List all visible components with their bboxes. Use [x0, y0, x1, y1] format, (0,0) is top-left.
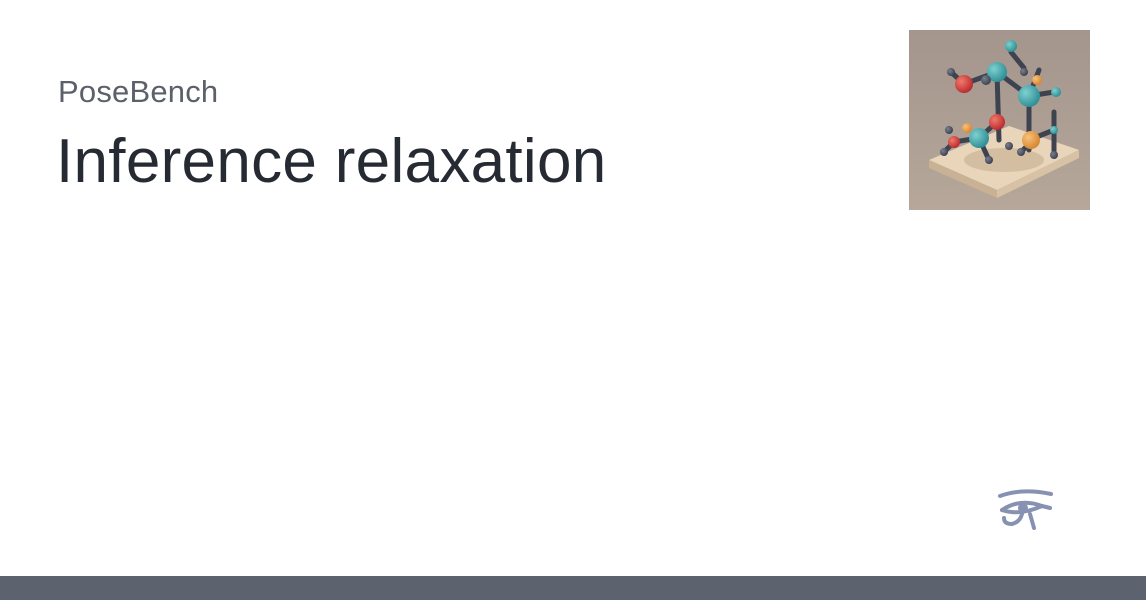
footer-bar — [0, 576, 1146, 600]
molecule-illustration — [909, 30, 1090, 210]
page-title: Inference relaxation — [56, 127, 607, 196]
eye-of-horus-icon — [996, 488, 1054, 532]
site-name: PoseBench — [58, 74, 219, 109]
